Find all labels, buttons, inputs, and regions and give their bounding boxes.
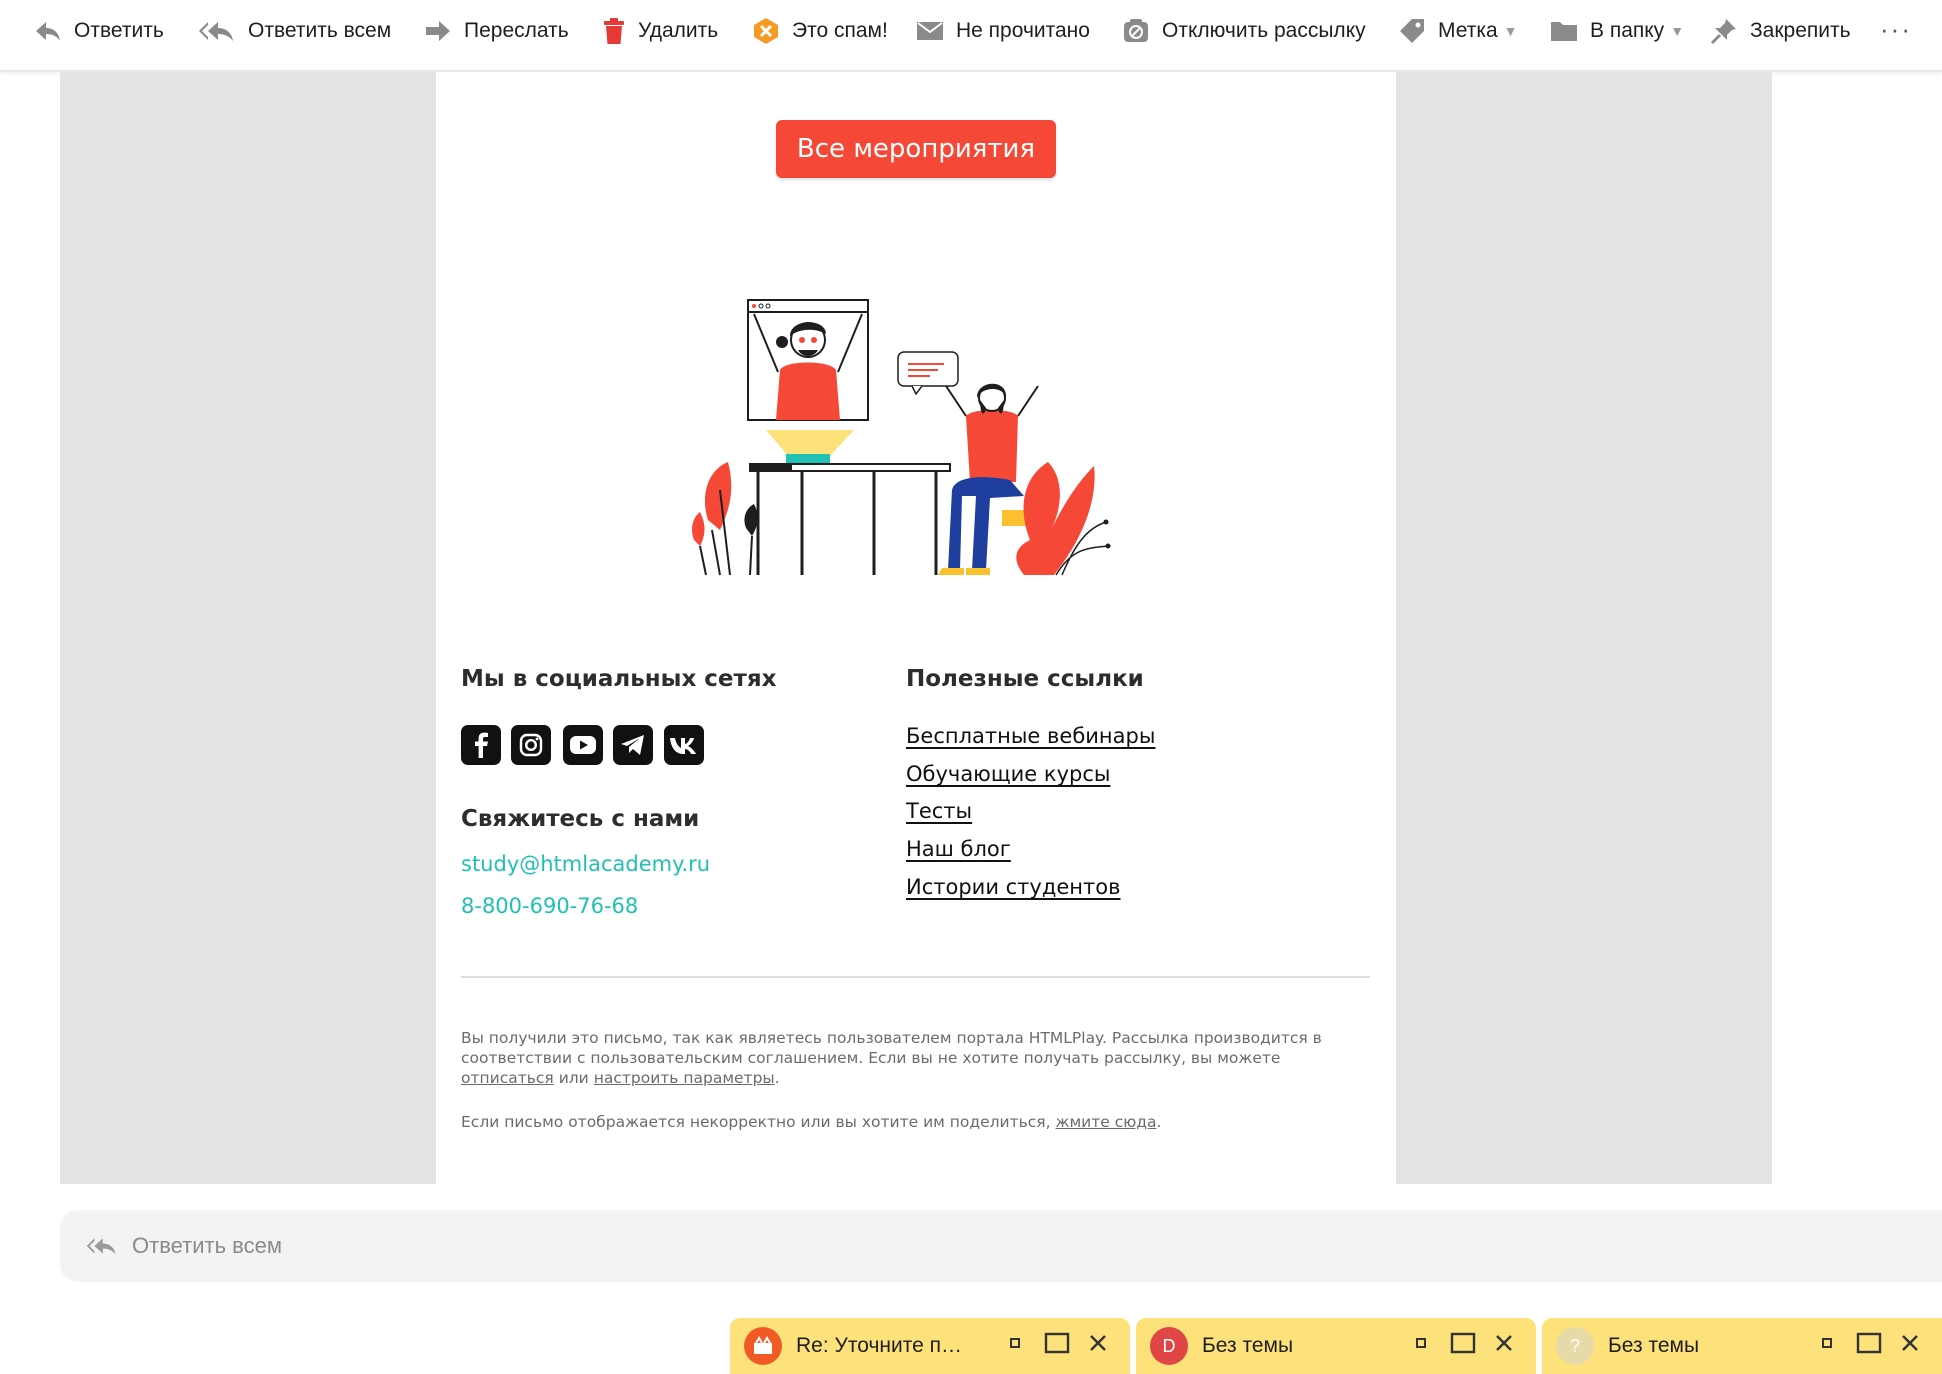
all-events-button[interactable]: Все мероприятия	[776, 120, 1056, 178]
minimize-icon[interactable]	[1008, 1336, 1022, 1350]
draft-controls	[1414, 1332, 1514, 1354]
footer-notice-text: Вы получили это письмо, так как являетес…	[461, 1029, 1322, 1067]
minimized-draft-2[interactable]: D Без темы	[1136, 1318, 1536, 1374]
instagram-icon[interactable]	[511, 725, 551, 765]
folder-label: В папку	[1590, 19, 1665, 42]
view-online-link[interactable]: жмите сюда	[1056, 1113, 1157, 1131]
reply-button[interactable]: Ответить	[34, 0, 164, 62]
pin-button[interactable]: Закрепить	[1710, 0, 1851, 62]
trash-icon	[602, 17, 626, 45]
draft-title: Без темы	[1202, 1334, 1294, 1357]
expand-icon[interactable]	[1450, 1332, 1476, 1354]
reply-icon	[34, 19, 62, 43]
tag-icon	[1398, 17, 1426, 45]
reply-all-label: Ответить всем	[248, 19, 392, 42]
minimized-draft-1[interactable]: Re: Уточните п…	[730, 1318, 1130, 1374]
contact-email-link[interactable]: study@htmlacademy.ru	[461, 852, 710, 876]
chevron-down-icon: ▼	[1670, 23, 1685, 39]
footer-notice: Вы получили это письмо, так как являетес…	[461, 1028, 1361, 1088]
unsubscribe-link[interactable]: отписаться	[461, 1069, 554, 1087]
unsubscribe-label: Отключить рассылку	[1162, 19, 1366, 42]
draft-controls	[1820, 1332, 1920, 1354]
delete-button[interactable]: Удалить	[602, 0, 718, 62]
spam-icon	[752, 17, 780, 45]
footer-share-dot: .	[1156, 1113, 1162, 1131]
reply-label: Ответить	[74, 19, 164, 42]
move-to-folder-dropdown[interactable]: В папку ▼	[1550, 0, 1684, 62]
link-courses[interactable]: Обучающие курсы	[906, 762, 1110, 786]
expand-icon[interactable]	[1856, 1332, 1882, 1354]
footer-or-text: или	[553, 1069, 594, 1087]
draft-controls	[1008, 1332, 1108, 1354]
expand-icon[interactable]	[1044, 1332, 1070, 1354]
link-student-stories[interactable]: Истории студентов	[906, 875, 1120, 899]
spam-button[interactable]: Это спам!	[752, 0, 888, 62]
chevron-down-icon: ▼	[1503, 23, 1518, 39]
forward-button[interactable]: Переслать	[424, 0, 569, 62]
contact-heading: Свяжитесь с нами	[461, 806, 700, 832]
avatar: ?	[1556, 1327, 1594, 1365]
quick-reply-bar[interactable]: Ответить всем	[60, 1210, 1942, 1282]
forward-icon	[424, 19, 452, 43]
link-tests[interactable]: Тесты	[906, 799, 972, 823]
reply-all-icon	[86, 1235, 118, 1257]
folder-icon	[1550, 19, 1578, 43]
social-heading: Мы в социальных сетях	[461, 666, 777, 692]
draft-title: Без темы	[1608, 1334, 1700, 1357]
links-heading: Полезные ссылки	[906, 666, 1144, 692]
link-blog[interactable]: Наш блог	[906, 837, 1011, 861]
draft-title: Re: Уточните п…	[796, 1334, 962, 1357]
reply-all-button[interactable]: Ответить всем	[198, 0, 391, 62]
link-webinars[interactable]: Бесплатные вебинары	[906, 724, 1155, 748]
close-icon[interactable]	[1088, 1333, 1108, 1353]
footer-share-notice: Если письмо отображается некорректно или…	[461, 1112, 1361, 1132]
label-label: Метка	[1438, 19, 1498, 42]
reply-all-icon	[198, 19, 236, 43]
vk-icon[interactable]	[664, 725, 704, 765]
label-dropdown[interactable]: Метка ▼	[1398, 0, 1518, 62]
spam-label: Это спам!	[792, 19, 888, 42]
unsubscribe-icon	[1122, 17, 1150, 45]
envelope-icon	[916, 20, 944, 42]
delete-label: Удалить	[638, 19, 719, 42]
footer-divider	[461, 976, 1370, 978]
footer-dot: .	[774, 1069, 780, 1087]
mark-unread-button[interactable]: Не прочитано	[916, 0, 1090, 62]
minimized-draft-3[interactable]: ? Без темы	[1542, 1318, 1942, 1374]
more-menu-button[interactable]: ···	[1880, 14, 1912, 45]
contact-phone-link[interactable]: 8-800-690-76-68	[461, 894, 638, 918]
footer-share-text: Если письмо отображается некорректно или…	[461, 1113, 1056, 1131]
youtube-icon[interactable]	[563, 725, 603, 765]
mail-content	[436, 72, 1396, 1184]
avatar: D	[1150, 1327, 1188, 1365]
facebook-icon[interactable]	[461, 725, 501, 765]
pin-label: Закрепить	[1750, 19, 1851, 42]
quick-reply-label: Ответить всем	[132, 1233, 282, 1258]
webinar-illustration	[692, 299, 1111, 576]
forward-label: Переслать	[464, 19, 569, 42]
telegram-icon[interactable]	[613, 725, 653, 765]
close-icon[interactable]	[1900, 1333, 1920, 1353]
avatar	[744, 1327, 782, 1365]
pin-icon	[1710, 17, 1738, 45]
unsubscribe-button[interactable]: Отключить рассылку	[1122, 0, 1366, 62]
close-icon[interactable]	[1494, 1333, 1514, 1353]
unread-label: Не прочитано	[956, 19, 1090, 42]
mail-toolbar: Ответить Ответить всем Переслать Удалить…	[0, 0, 1942, 72]
minimize-icon[interactable]	[1414, 1336, 1428, 1350]
minimize-icon[interactable]	[1820, 1336, 1834, 1350]
settings-link[interactable]: настроить параметры	[594, 1069, 775, 1087]
